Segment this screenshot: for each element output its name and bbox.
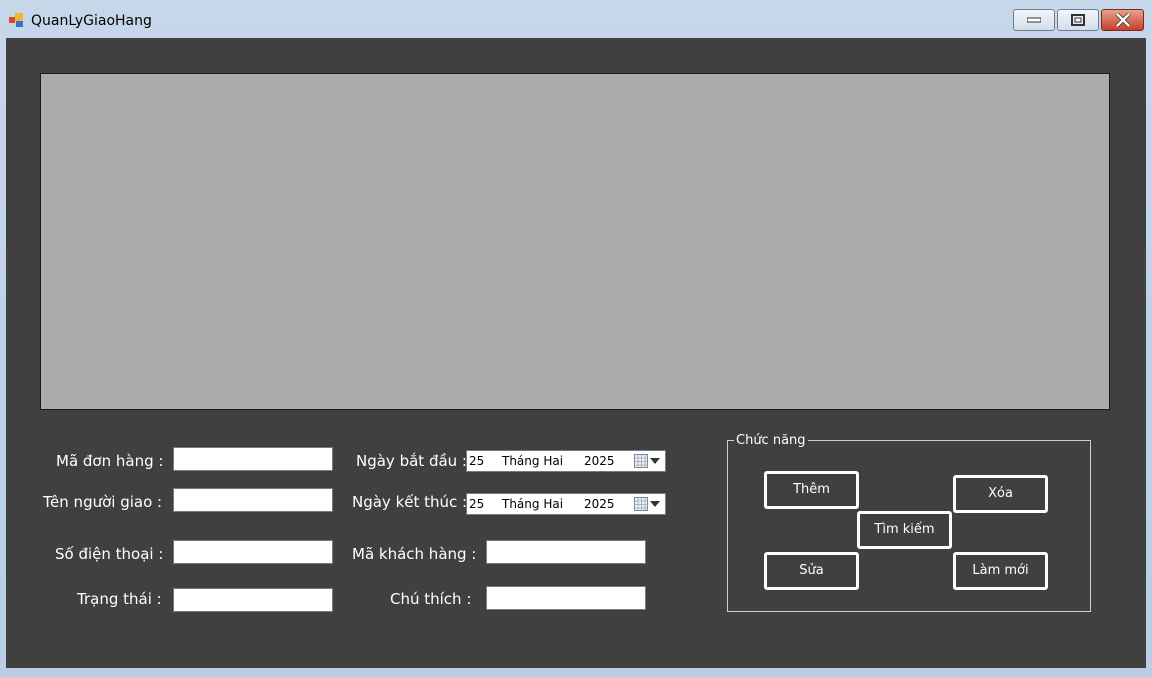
trang-thai-input[interactable] [173,588,333,612]
title-bar[interactable]: QuanLyGiaoHang [0,0,1152,38]
ngay-bat-dau-day: 25 [469,454,485,468]
label-ngay-ket-thuc: Ngày kết thúc : [352,493,468,511]
function-group: Chức năng Thêm Xóa Tìm kiếm Sửa Làm mới [727,433,1091,612]
close-icon [1115,13,1130,27]
maximize-icon [1071,14,1085,26]
label-trang-thai: Trạng thái : [77,590,162,608]
label-ngay-bat-dau: Ngày bắt đầu : [356,452,467,470]
ngay-ket-thuc-day: 25 [469,497,485,511]
so-dien-thoai-input[interactable] [173,540,333,564]
client-area: Mã đơn hàng : Tên người giao : Số điện t… [6,38,1146,668]
sua-button[interactable]: Sửa [764,552,859,590]
app-window: QuanLyGiaoHang Mã đơn hàng : Tên người g… [0,0,1152,677]
chevron-down-icon[interactable] [650,501,660,507]
them-button[interactable]: Thêm [764,471,859,509]
data-grid[interactable] [40,73,1110,410]
window-title: QuanLyGiaoHang [31,13,152,29]
label-chu-thich: Chú thích : [390,590,472,608]
calendar-icon[interactable] [634,454,648,468]
ngay-ket-thuc-datepicker[interactable]: 25 Tháng Hai 2025 [466,493,666,515]
ma-khach-hang-input[interactable] [486,540,646,564]
lam-moi-button[interactable]: Làm mới [953,552,1048,590]
ma-don-hang-input[interactable] [173,447,333,471]
tim-kiem-button[interactable]: Tìm kiếm [857,511,952,549]
close-button[interactable] [1101,9,1144,31]
label-ten-nguoi-giao: Tên người giao : [43,493,163,511]
ten-nguoi-giao-input[interactable] [173,488,333,512]
chu-thich-input[interactable] [486,586,646,610]
ngay-bat-dau-year: 2025 [584,454,615,468]
app-icon [9,13,23,27]
calendar-icon[interactable] [634,497,648,511]
maximize-button[interactable] [1057,9,1099,31]
chevron-down-icon[interactable] [650,458,660,464]
ngay-ket-thuc-year: 2025 [584,497,615,511]
ngay-bat-dau-month: Tháng Hai [502,454,564,468]
label-so-dien-thoai: Số điện thoại : [55,545,164,563]
minimize-icon [1027,17,1041,23]
function-group-title: Chức năng [734,433,808,448]
xoa-button[interactable]: Xóa [953,475,1048,513]
minimize-button[interactable] [1013,9,1055,31]
ngay-bat-dau-datepicker[interactable]: 25 Tháng Hai 2025 [466,450,666,472]
label-ma-khach-hang: Mã khách hàng : [352,545,477,563]
label-ma-don-hang: Mã đơn hàng : [56,452,164,470]
ngay-ket-thuc-month: Tháng Hai [502,497,564,511]
